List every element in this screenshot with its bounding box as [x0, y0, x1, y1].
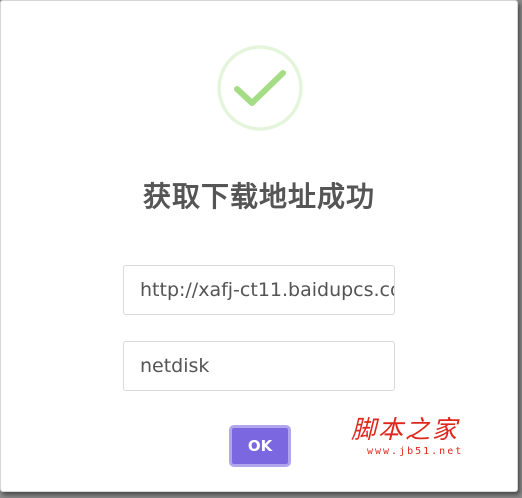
password-field[interactable] [123, 341, 395, 391]
checkmark-circle-icon [217, 45, 303, 131]
watermark-title: 脚本之家 [351, 415, 460, 444]
ok-button[interactable]: OK [229, 425, 291, 467]
download-url-field[interactable] [123, 265, 395, 315]
site-watermark: 脚本之家 www.jb51.net [351, 415, 481, 465]
success-dialog: 获取下载地址成功 OK 脚本之家 www.jb51.net [0, 0, 518, 492]
watermark-url: www.jb51.net [367, 446, 464, 457]
dialog-title: 获取下载地址成功 [142, 180, 375, 213]
